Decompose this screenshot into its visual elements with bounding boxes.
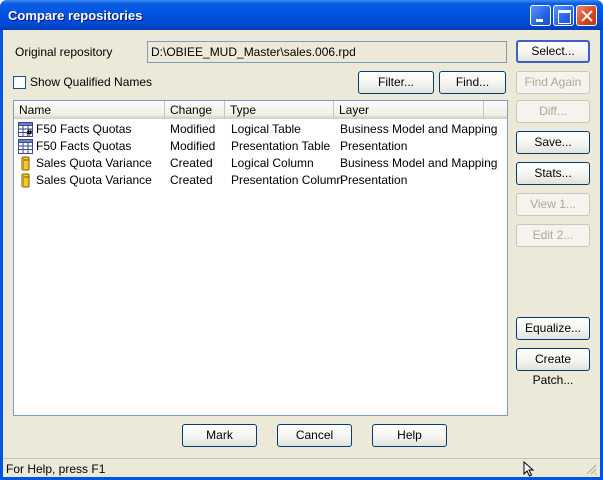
original-repository-field[interactable]: D:\OBIEE_MUD_Master\sales.006.rpd <box>147 41 507 63</box>
window-title: Compare repositories <box>8 8 143 23</box>
column-header-change[interactable]: Change <box>165 101 225 119</box>
row-type: Presentation Table <box>231 139 331 153</box>
differences-list[interactable]: Name Change Type Layer # F50 Facts Quota… <box>13 100 508 416</box>
stats-button[interactable]: Stats... <box>516 162 590 185</box>
minimize-button[interactable] <box>530 5 551 26</box>
row-name: Sales Quota Variance <box>36 173 152 187</box>
mouse-cursor-icon <box>523 461 535 477</box>
cancel-button[interactable]: Cancel <box>277 424 352 447</box>
equalize-button[interactable]: Equalize... <box>516 317 590 340</box>
row-type: Logical Table <box>231 122 301 136</box>
column-header-name[interactable]: Name <box>14 101 165 119</box>
column-header-layer[interactable]: Layer <box>334 101 484 119</box>
status-bar: For Help, press F1 <box>3 458 600 477</box>
compare-repositories-window: Compare repositories Original repository… <box>0 0 603 480</box>
select-button[interactable]: Select... <box>516 40 590 63</box>
show-qualified-names-checkbox[interactable] <box>13 76 26 89</box>
row-name: F50 Facts Quotas <box>36 122 132 136</box>
row-change: Modified <box>170 122 216 136</box>
row-layer: Business Model and Mapping <box>340 156 498 170</box>
view-button[interactable]: View 1... <box>516 193 590 216</box>
title-bar[interactable]: Compare repositories <box>0 0 603 30</box>
find-button[interactable]: Find... <box>439 71 506 94</box>
row-name: Sales Quota Variance <box>36 156 152 170</box>
row-change: Created <box>170 173 213 187</box>
help-button[interactable]: Help <box>372 424 447 447</box>
svg-text:#: # <box>26 129 33 138</box>
edit-button[interactable]: Edit 2... <box>516 224 590 247</box>
filter-button[interactable]: Filter... <box>358 71 434 94</box>
dialog-client-area: Original repository D:\OBIEE_MUD_Master\… <box>3 30 600 477</box>
resize-grip-icon[interactable] <box>585 463 597 475</box>
table-row[interactable]: F50 Facts Quotas Modified Presentation T… <box>14 138 507 155</box>
create-patch-button[interactable]: Create Patch... <box>516 348 590 387</box>
close-button[interactable] <box>576 5 597 26</box>
show-qualified-names-label: Show Qualified Names <box>30 75 153 89</box>
table-row[interactable]: # F50 Facts Quotas Modified Logical Tabl… <box>14 121 507 138</box>
find-again-button[interactable]: Find Again <box>516 71 590 94</box>
mark-button[interactable]: Mark <box>182 424 257 447</box>
table-icon <box>18 139 33 154</box>
row-layer: Presentation <box>340 139 408 153</box>
status-text: For Help, press F1 <box>6 462 106 476</box>
row-name: F50 Facts Quotas <box>36 139 132 153</box>
table-row[interactable]: Sales Quota Variance Created Presentatio… <box>14 172 507 189</box>
row-layer: Business Model and Mapping <box>340 122 498 136</box>
row-type: Logical Column <box>231 156 314 170</box>
table-icon: # <box>18 122 33 137</box>
table-row[interactable]: Sales Quota Variance Created Logical Col… <box>14 155 507 172</box>
row-layer: Presentation <box>340 173 408 187</box>
diff-button[interactable]: Diff... <box>516 100 590 123</box>
column-icon <box>21 156 30 171</box>
maximize-button[interactable] <box>553 5 574 26</box>
save-button[interactable]: Save... <box>516 131 590 154</box>
row-type: Presentation Column <box>231 173 344 187</box>
column-icon <box>21 173 30 188</box>
row-change: Modified <box>170 139 216 153</box>
list-header: Name Change Type Layer <box>14 101 507 119</box>
column-header-type[interactable]: Type <box>225 101 334 119</box>
row-change: Created <box>170 156 213 170</box>
original-repository-label: Original repository <box>15 45 113 59</box>
